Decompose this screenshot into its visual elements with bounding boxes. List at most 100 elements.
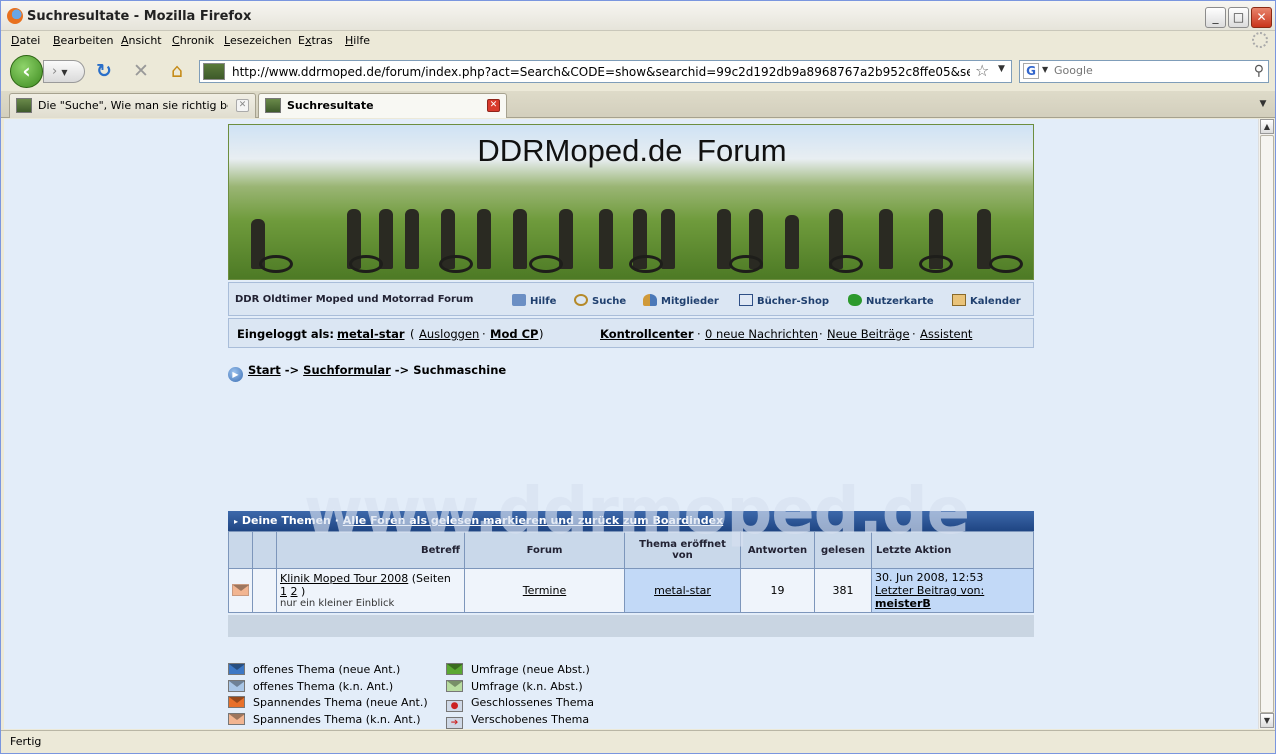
nav-nutzerkarte[interactable]: Nutzerkarte — [848, 294, 934, 307]
paren-close: ) — [539, 327, 544, 341]
menu-bearbeiten[interactable]: Bearbeiten — [53, 34, 113, 47]
reload-icon[interactable]: ↻ — [93, 61, 115, 83]
legend-item: offenes Thema (neue Ant.) — [228, 663, 400, 676]
menu-chronik[interactable]: Chronik — [172, 34, 214, 47]
google-engine-icon[interactable]: G — [1023, 63, 1039, 79]
breadcrumb-current: Suchmaschine — [413, 363, 507, 377]
forward-button[interactable]: › ▼ — [43, 60, 85, 83]
legend-label: Umfrage (k.n. Abst.) — [471, 680, 583, 693]
page-link[interactable]: 2 — [291, 585, 298, 598]
mark-all-read-link[interactable]: Alle Foren als gelesen markieren und zur… — [343, 514, 723, 527]
nav-kalender[interactable]: Kalender — [952, 294, 1021, 307]
forum-link[interactable]: Termine — [523, 584, 566, 597]
banner-moped — [439, 255, 473, 273]
breadcrumb-suchformular[interactable]: Suchformular — [303, 363, 391, 377]
throbber-icon — [1252, 32, 1268, 48]
search-bar[interactable]: G ▼ ⚲ — [1019, 60, 1269, 83]
tab-close-icon[interactable]: ✕ — [487, 99, 500, 112]
assistant-link[interactable]: Assistent — [920, 327, 972, 341]
magnifier-icon[interactable]: ⚲ — [1254, 63, 1264, 79]
status-bar: Fertig — [1, 730, 1275, 753]
last-post-link[interactable]: Letzter Beitrag von: — [875, 584, 1030, 597]
nav-suche[interactable]: Suche — [574, 294, 626, 307]
envelope-icon — [228, 696, 245, 708]
separator: · — [912, 327, 916, 341]
envelope-icon — [228, 663, 245, 675]
nav-mitglieder[interactable]: Mitglieder — [643, 294, 719, 307]
minimize-button[interactable]: _ — [1205, 7, 1226, 28]
tab-suchresultate[interactable]: Suchresultate ✕ — [258, 93, 507, 118]
legend-item: Umfrage (neue Abst.) — [446, 663, 590, 676]
banner-figure — [405, 209, 419, 269]
legend-item: ➔ Verschobenes Thema — [446, 713, 589, 729]
col-starter[interactable]: Thema eröffnet von — [624, 531, 741, 569]
topic-status-icon — [232, 584, 249, 596]
table-row: Klinik Moped Tour 2008 (Seiten 1 2 ) nur… — [228, 568, 1034, 613]
menu-datei[interactable]: Datei — [11, 34, 40, 47]
legend-label: Spannendes Thema (neue Ant.) — [253, 696, 428, 709]
separator: · — [697, 327, 701, 341]
paren-open: ( — [410, 327, 415, 341]
modcp-link[interactable]: Mod CP — [490, 327, 538, 341]
pages-prefix: (Seiten — [411, 572, 451, 585]
scroll-down-icon[interactable]: ▼ — [1260, 713, 1274, 728]
col-forum[interactable]: Forum — [464, 531, 625, 569]
last-action-cell: 30. Jun 2008, 12:53 Letzter Beitrag von:… — [871, 568, 1034, 613]
topic-icon-cell — [252, 568, 277, 613]
messages-link[interactable]: 0 neue Nachrichten — [705, 327, 818, 341]
back-button[interactable]: ‹ — [10, 55, 43, 88]
logout-link[interactable]: Ausloggen — [419, 327, 479, 341]
menu-lesezeichen[interactable]: Lesezeichen — [224, 34, 292, 47]
menu-ansicht[interactable]: Ansicht — [121, 34, 162, 47]
last-user-link[interactable]: meisterB — [875, 597, 1030, 610]
tab-suche-anleitung[interactable]: Die "Suche", Wie man sie richtig benutz.… — [9, 93, 256, 118]
banner-figure — [513, 209, 527, 269]
scroll-thumb[interactable] — [1260, 135, 1274, 713]
tab-list-dropdown-icon[interactable]: ▼ — [1255, 95, 1271, 113]
banner-figure — [879, 209, 893, 269]
kontrollcenter-link[interactable]: Kontrollcenter — [600, 327, 694, 341]
user-link[interactable]: metal-star — [337, 327, 405, 341]
banner-figure — [599, 209, 613, 269]
breadcrumb-start[interactable]: Start — [248, 363, 281, 377]
home-icon[interactable]: ⌂ — [166, 61, 188, 83]
nav-label: Hilfe — [530, 296, 557, 307]
breadcrumb-sep: -> — [284, 363, 300, 377]
url-dropdown-icon[interactable]: ▼ — [998, 64, 1005, 74]
menu-extras[interactable]: Extras — [298, 34, 333, 47]
col-gelesen[interactable]: gelesen — [814, 531, 872, 569]
new-posts-link[interactable]: Neue Beiträge — [827, 327, 910, 341]
col-letzte-aktion[interactable]: Letzte Aktion — [871, 531, 1034, 569]
tab-close-icon[interactable]: ✕ — [236, 99, 249, 112]
col-antworten[interactable]: Antworten — [740, 531, 815, 569]
menu-hilfe[interactable]: Hilfe — [345, 34, 370, 47]
starter-link[interactable]: metal-star — [654, 584, 711, 597]
col-betreff[interactable]: Betreff — [276, 531, 465, 569]
scroll-up-icon[interactable]: ▲ — [1260, 119, 1274, 134]
last-date: 30. Jun 2008, 12:53 — [875, 571, 984, 584]
replies-cell: 19 — [740, 568, 815, 613]
tab-label: Suchresultate — [287, 99, 374, 112]
search-input[interactable] — [1054, 64, 1244, 77]
page-link[interactable]: 1 — [280, 585, 287, 598]
title-bar: Suchresultate - Mozilla Firefox _ □ ✕ — [1, 1, 1275, 31]
browser-window: Suchresultate - Mozilla Firefox _ □ ✕ Da… — [0, 0, 1276, 754]
lock-icon: ● — [446, 700, 463, 712]
bookmark-star-icon[interactable]: ☆ — [975, 61, 989, 80]
maximize-button[interactable]: □ — [1228, 7, 1249, 28]
site-favicon-icon — [203, 63, 225, 80]
nav-hilfe[interactable]: Hilfe — [512, 294, 556, 307]
starter-cell: metal-star — [624, 568, 741, 613]
nav-buecher-shop[interactable]: Bücher-Shop — [739, 294, 829, 307]
topic-link[interactable]: Klinik Moped Tour 2008 — [280, 572, 408, 585]
banner-moped — [529, 255, 563, 273]
stop-icon[interactable]: ✕ — [130, 61, 152, 83]
engine-dropdown-icon[interactable]: ▼ — [1042, 65, 1048, 74]
url-bar[interactable]: ☆ ▼ — [199, 60, 1012, 83]
banner-figure — [977, 209, 991, 269]
results-header: ▸ Deine Themen · Alle Foren als gelesen … — [228, 511, 1034, 531]
help-icon — [512, 294, 526, 306]
url-input[interactable] — [232, 64, 970, 80]
close-window-button[interactable]: ✕ — [1251, 7, 1272, 28]
vertical-scrollbar[interactable]: ▲ ▼ — [1258, 119, 1274, 729]
